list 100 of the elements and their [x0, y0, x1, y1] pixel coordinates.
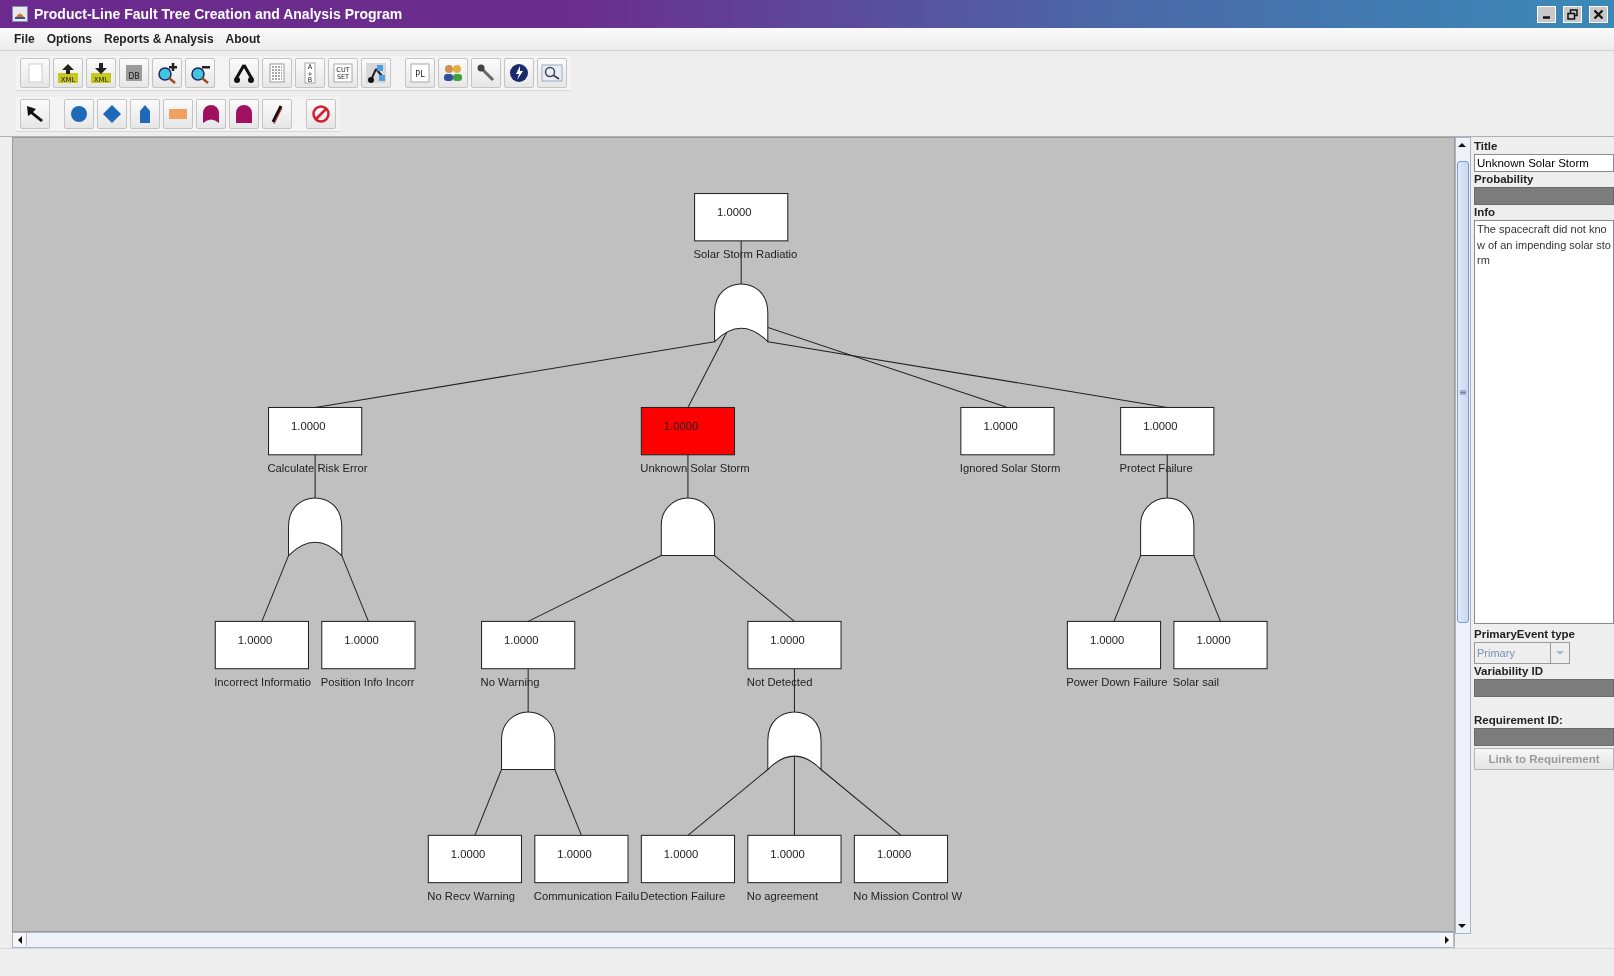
- restore-icon: [1567, 8, 1578, 20]
- title-field[interactable]: Unknown Solar Storm: [1474, 154, 1614, 172]
- scroll-thumb[interactable]: [1457, 161, 1469, 623]
- close-icon: [1593, 8, 1604, 20]
- magnifier-button[interactable]: [537, 58, 567, 88]
- zoom-in-button[interactable]: [152, 58, 182, 88]
- event-box[interactable]: [214, 620, 309, 670]
- app-icon: [12, 6, 28, 22]
- tree-button[interactable]: [229, 58, 259, 88]
- tools-icon: [475, 62, 497, 84]
- horizontal-scrollbar[interactable]: [12, 932, 1455, 948]
- circle-button[interactable]: [64, 99, 94, 129]
- event-box[interactable]: [694, 193, 789, 242]
- diamond-button[interactable]: [97, 99, 127, 129]
- probability-value: 1.0000: [1089, 634, 1125, 647]
- connector-line: [1166, 454, 1168, 499]
- and-gate: [1140, 497, 1195, 557]
- field-label: Info: [1474, 205, 1497, 220]
- info-text-area[interactable]: The spacecraft did not know of an impending solar storm: [1474, 220, 1614, 624]
- up-arrow-icon[interactable]: [1456, 141, 1468, 149]
- pointer-button[interactable]: [20, 99, 50, 129]
- zoom-out-button[interactable]: [185, 58, 215, 88]
- or-gate-button[interactable]: [196, 99, 226, 129]
- magnifier-icon: [541, 62, 563, 84]
- event-box[interactable]: [1120, 406, 1215, 456]
- event-box[interactable]: [1173, 620, 1268, 670]
- field-label: Probability: [1474, 172, 1535, 187]
- people-icon: [442, 62, 464, 84]
- probability-value: 1.0000: [450, 847, 486, 860]
- connector-line: [554, 769, 582, 836]
- probability-value: 1.0000: [663, 847, 699, 860]
- event-box[interactable]: [640, 406, 736, 456]
- probability-value: 1.0000: [663, 420, 699, 433]
- event-label: Power Down Failure: [1066, 676, 1168, 689]
- tree-icon: [233, 62, 255, 84]
- or-gate: [288, 497, 343, 557]
- slash-button[interactable]: [262, 99, 292, 129]
- event-box[interactable]: [853, 834, 949, 884]
- event-label: Communication Failu: [533, 890, 640, 903]
- event-box[interactable]: [321, 620, 416, 670]
- zoom-in-icon: [156, 62, 178, 84]
- left-arrow-icon[interactable]: [16, 935, 23, 944]
- field-label: Variability ID: [1474, 664, 1545, 679]
- diagram-button[interactable]: [361, 58, 391, 88]
- field-label: Requirement ID:: [1474, 713, 1564, 728]
- probability-value: 1.0000: [557, 847, 592, 860]
- probability-value: 1.0000: [983, 420, 1018, 433]
- probability-value: 1.0000: [770, 634, 805, 647]
- connector-line: [474, 769, 503, 836]
- connector-line: [687, 454, 689, 499]
- probability-field[interactable]: [1474, 187, 1614, 205]
- and-gate-button[interactable]: [229, 99, 259, 129]
- restore-button[interactable]: [1563, 5, 1582, 23]
- event-label: Solar sail: [1172, 676, 1220, 689]
- caret-icon: [1556, 651, 1564, 655]
- requirement-field[interactable]: [1474, 728, 1614, 746]
- event-box[interactable]: [1066, 620, 1162, 670]
- pointer-icon: [24, 103, 46, 125]
- and-icon: [233, 103, 255, 125]
- event-box[interactable]: [534, 834, 629, 884]
- event-box[interactable]: [747, 620, 842, 670]
- probability-value: 1.0000: [717, 206, 752, 219]
- event-box[interactable]: [481, 620, 576, 670]
- close-button[interactable]: [1589, 5, 1608, 23]
- or-icon: [200, 103, 222, 125]
- connector-line: [261, 555, 289, 622]
- vertical-scrollbar[interactable]: [1455, 137, 1471, 934]
- probability-value: 1.0000: [291, 420, 326, 433]
- event-label: Calculate Risk Error: [267, 462, 368, 475]
- event-label: No Recv Warning: [427, 890, 515, 903]
- globe-button[interactable]: [504, 58, 534, 88]
- event-label: Incorrect Informatio: [214, 676, 312, 689]
- minimize-icon: [1543, 16, 1550, 19]
- probability-value: 1.0000: [1196, 634, 1231, 647]
- event-label: Unknown Solar Storm: [640, 462, 750, 475]
- menu-item[interactable]: Options: [46, 32, 92, 46]
- and-gate: [501, 711, 556, 771]
- menu-item[interactable]: File: [14, 32, 35, 46]
- event-box[interactable]: [640, 834, 736, 884]
- probability-value: 1.0000: [876, 847, 912, 860]
- variability-field[interactable]: [1474, 679, 1614, 697]
- probability-value: 1.0000: [770, 847, 805, 860]
- menu-item[interactable]: About: [225, 32, 261, 46]
- field-label: Title: [1474, 139, 1499, 154]
- event-box[interactable]: [747, 834, 842, 884]
- connector-line: [1113, 555, 1142, 622]
- event-box[interactable]: [427, 834, 522, 884]
- window-title: Product-Line Fault Tree Creation and Analysis Program: [34, 6, 404, 22]
- tools-button[interactable]: [471, 58, 501, 88]
- connector-line: [314, 454, 316, 499]
- minimize-button[interactable]: [1537, 5, 1556, 23]
- event-box[interactable]: [268, 406, 363, 456]
- house-button[interactable]: [130, 99, 160, 129]
- people-button[interactable]: [438, 58, 468, 88]
- down-arrow-icon[interactable]: [1456, 922, 1468, 930]
- diamond-icon: [101, 103, 123, 125]
- event-box[interactable]: [960, 406, 1055, 456]
- menu-item[interactable]: Reports & Analysis: [104, 32, 214, 46]
- right-arrow-icon[interactable]: [1443, 935, 1450, 944]
- stop-button[interactable]: [306, 99, 336, 129]
